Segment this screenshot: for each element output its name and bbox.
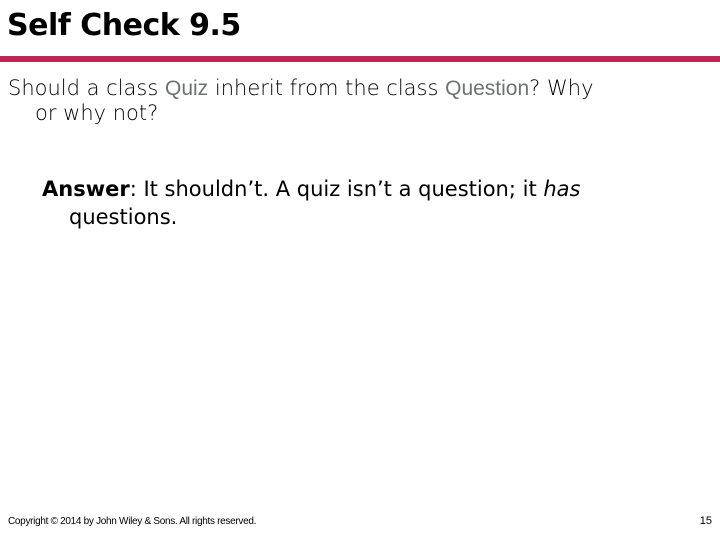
answer-part-1: It shouldn’t. A quiz isn’t a question; i… <box>136 177 544 201</box>
copyright-footer: Copyright © 2014 by John Wiley & Sons. A… <box>8 516 257 527</box>
code-quiz: Quiz <box>165 77 209 100</box>
answer-line-2: questions. <box>69 205 178 229</box>
answer-colon: : <box>129 177 137 201</box>
question-part-1: Should a class <box>8 76 165 100</box>
code-question: Question <box>445 77 530 100</box>
question-part-2: inherit from the class <box>208 76 446 100</box>
slide-title: Self Check 9.5 <box>7 8 241 43</box>
answer-emphasis: has <box>543 177 581 201</box>
page-number: 15 <box>699 515 712 527</box>
answer-text: Answer: It shouldn’t. A quiz isn’t a que… <box>42 175 702 231</box>
answer-label: Answer <box>42 177 130 201</box>
question-line-2: or why not? <box>35 101 159 125</box>
question-part-3: ? Why <box>529 76 594 100</box>
question-text: Should a class Quiz inherit from the cla… <box>8 76 708 126</box>
title-divider <box>0 56 720 62</box>
